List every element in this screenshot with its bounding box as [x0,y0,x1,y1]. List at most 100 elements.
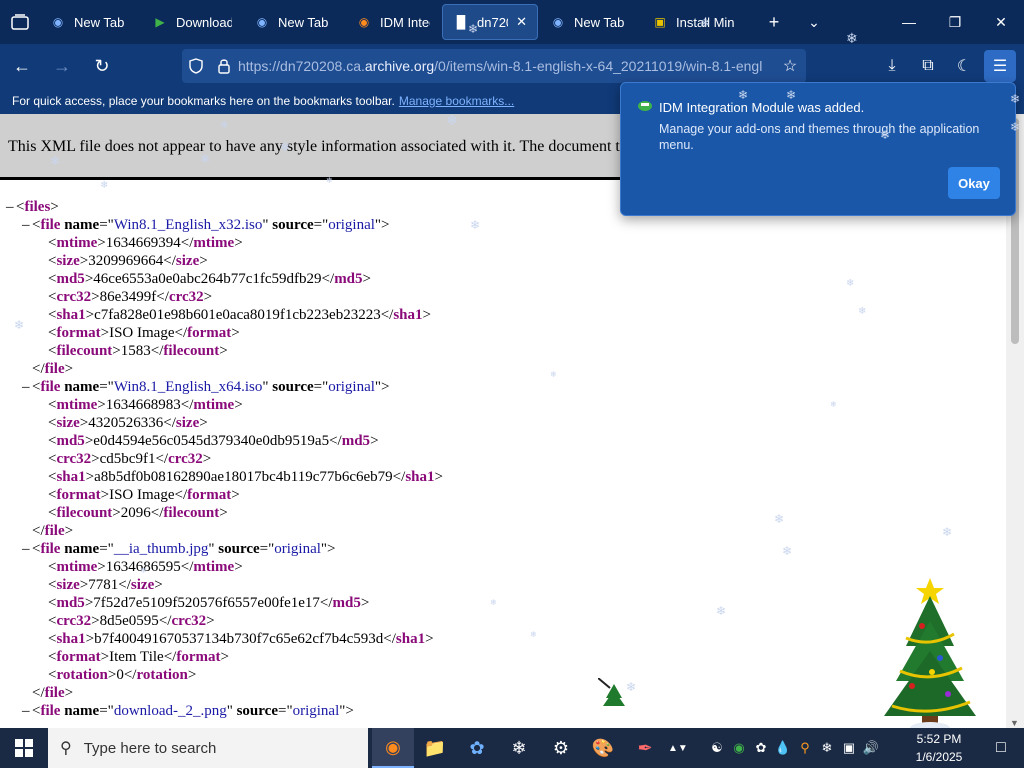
collapse-toggle[interactable]: – [22,702,32,720]
paint3d-taskbar-app[interactable]: ✒ [624,728,666,768]
settings-taskbar-app[interactable]: ⚙ [540,728,582,768]
notification-center-button[interactable]: □ [978,728,1024,768]
xml-tag-name: format [56,649,101,665]
snowflake-icon: ❄ [774,512,785,526]
paint-tray-icon[interactable]: ✿ [750,740,772,756]
scroll-down-icon: ▼ [1010,718,1019,728]
snowflake-tray-icon[interactable]: ❄ [816,740,838,756]
xml-field-row: <md5>e0d4594e56c0545d379340e0db9519a5</m… [48,433,379,449]
xml-tag-name: size [56,577,80,593]
palette-taskbar-app[interactable]: 🎨 [582,728,624,768]
snowflake-icon: ❄ [1010,92,1021,106]
xml-tag-name: mtime [193,397,235,413]
tab-label: New Tab [574,14,625,30]
back-button[interactable]: ← [4,48,40,84]
close-window-button[interactable]: ✕ [978,0,1024,44]
forward-button[interactable]: → [44,48,80,84]
snowflake-taskbar-app[interactable]: ❄ [498,728,540,768]
xml-field-value: 1634669394 [105,235,181,251]
file-source-value: original [328,379,375,395]
xml-field-value: 7781 [88,577,119,593]
xml-field-value: cd5bc9f1 [99,451,156,467]
tab-6[interactable]: ◉ New Tab [540,4,640,40]
tab-7[interactable]: ▣ Install Min [642,4,752,40]
list-all-tabs-button[interactable] [0,0,40,44]
xml-file-open: – <file name="Win8.1_English_x32.iso" sou… [22,216,390,234]
xml-tag-name: size [175,253,200,269]
palette-icon: 🎨 [591,737,615,758]
firefox-taskbar-app[interactable]: ◉ [372,728,414,768]
tab-4[interactable]: ◉ IDM Integr [346,4,440,40]
tab-overflow-button[interactable]: ⌄ [794,0,834,44]
collapse-toggle[interactable]: – [22,540,32,558]
small-tree-cursor-icon [598,678,625,706]
okay-button[interactable]: Okay [948,167,1000,199]
xml-field-row: <mtime>1634668983</mtime> [48,397,243,413]
taskbar-search-box[interactable]: ⚲ Type here to search [48,728,368,768]
taskbar-clock[interactable]: 5:52 PM 1/6/2025 [904,730,974,766]
tab-3[interactable]: ◉ New Tab [244,4,344,40]
minimize-button[interactable]: — [886,0,932,44]
volume-icon[interactable]: 🔊 [860,740,882,756]
xml-tag-name: crc32 [56,289,92,305]
file-explorer-taskbar-app[interactable]: 📁 [414,728,456,768]
xml-field-value: 2096 [120,505,151,521]
tab-label: New Tab [74,14,125,30]
network-icon[interactable]: ▣ [838,740,860,756]
people-icon[interactable]: ☯ [706,740,728,756]
tray-overflow-button[interactable]: ▲▼ [668,728,688,768]
app-menu-button[interactable]: ☰ [984,50,1016,82]
file-name-value: download-_2_.png [113,703,227,719]
address-bar[interactable]: https://dn720208.ca.archive.org/0/items/… [182,49,806,83]
reload-button[interactable]: ↻ [84,48,120,84]
xml-tag-name: sha1 [393,307,423,323]
idm-tray-icon[interactable]: ◉ [728,740,750,756]
arrow-left-icon: ← [13,55,31,76]
xml-field-value: 0 [116,667,124,683]
snowflake-icon: ❄ [880,128,891,142]
xml-file-close: </file> [32,685,74,701]
xml-tag-name: filecount [163,505,220,521]
tabs-container: ◉ New Tab ▶ Download ◉ New Tab ◉ IDM Integr █ dn7… [40,0,754,44]
tab-5[interactable]: █ dn72020 ✕ [442,4,538,40]
close-tab-icon[interactable]: ✕ [516,14,527,30]
url-host: dn720208.ca. [280,58,365,74]
bookmark-star-button[interactable]: ☆ [774,50,806,82]
snowflake-icon: ❄ [550,370,557,379]
extensions-button[interactable]: ⧉ [912,50,944,82]
search-tray-icon[interactable]: ⚲ [794,740,816,756]
xml-tag-name: md5 [332,595,361,611]
idm-extension-button[interactable]: ☾ [948,50,980,82]
snowflake-icon: ❄ [220,120,229,131]
collapse-toggle[interactable]: – [22,378,32,396]
xml-field-row: <size>4320526336</size> [48,415,208,431]
file-name-value: Win8.1_English_x64.iso [113,379,263,395]
xml-tag-name: md5 [341,433,371,449]
start-button[interactable] [0,728,48,768]
xml-field-row: <filecount>2096</filecount> [48,505,228,521]
firefox-newtab-icon: ◉ [52,15,64,29]
xml-tag-name: mtime [193,235,235,251]
tab-2[interactable]: ▶ Download [142,4,242,40]
downloads-button[interactable]: ⤓ [876,50,908,82]
download-arrow-icon: ▶ [155,15,165,29]
xml-tag-name: mtime [56,559,98,575]
new-tab-button[interactable]: + [754,0,794,44]
system-tray: ☯ ◉ ✿ 💧 ⚲ ❄ ▣ 🔊 [706,728,882,768]
xml-field-row: <size>7781</size> [48,577,163,593]
collapse-toggle[interactable]: – [22,216,32,234]
paint-taskbar-app[interactable]: ✿ [456,728,498,768]
manage-bookmarks-link[interactable]: Manage bookmarks... [399,94,514,108]
bookmarks-hint: For quick access, place your bookmarks h… [12,94,395,108]
notification-icon: □ [996,739,1006,756]
maximize-button[interactable]: ❐ [932,0,978,44]
tab-1[interactable]: ◉ New Tab [40,4,140,40]
firefox-icon: ◉ [385,736,401,757]
xml-field-row: <md5>46ce6553a0e0abc264b77c1fc59dfb29</m… [48,271,371,287]
collapse-toggle[interactable]: – [6,198,16,216]
drop-icon[interactable]: 💧 [772,740,794,756]
xml-field-row: <format>ISO Image</format> [48,487,240,503]
xml-field-value: 1634668983 [105,397,181,413]
plus-icon: + [768,11,780,32]
snowflake-icon: ❄ [511,737,527,758]
